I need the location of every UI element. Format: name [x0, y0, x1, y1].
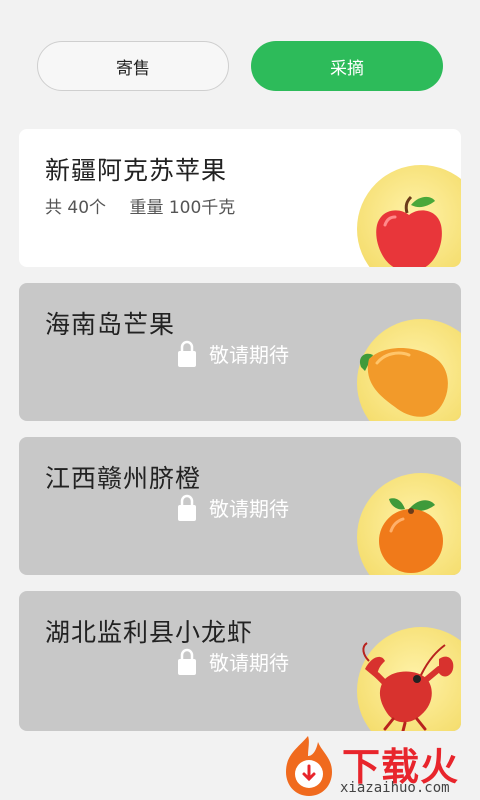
- product-weight: 重量 100千克: [129, 198, 236, 218]
- coming-soon-label: 敬请期待: [177, 493, 289, 522]
- product-title: 江西赣州脐橙: [45, 464, 202, 493]
- coming-soon-label: 敬请期待: [177, 339, 289, 368]
- product-title: 湖北监利县小龙虾: [45, 618, 254, 647]
- tab-pick[interactable]: 采摘: [251, 41, 443, 91]
- watermark-logo: 下载火 xiazaihuo.com: [270, 730, 480, 800]
- watermark-url: xiazaihuo.com: [340, 780, 450, 796]
- coming-soon-label: 敬请期待: [177, 647, 289, 676]
- product-count: 共 40个: [45, 198, 107, 218]
- lock-icon: [178, 340, 196, 367]
- lock-icon: [178, 648, 196, 675]
- product-meta: 共 40个 重量 100千克: [45, 193, 235, 218]
- product-card-mango[interactable]: 海南岛芒果 敬请期待: [19, 283, 461, 421]
- flame-icon: [286, 736, 332, 796]
- tab-consign[interactable]: 寄售: [37, 41, 229, 91]
- mango-icon: [359, 347, 448, 417]
- orange-icon: [379, 498, 443, 573]
- tab-bar: 寄售 采摘: [37, 41, 443, 91]
- product-card-crayfish[interactable]: 湖北监利县小龙虾 敬请期待: [19, 591, 461, 731]
- product-card-apple[interactable]: 新疆阿克苏苹果 共 40个 重量 100千克: [19, 129, 461, 267]
- product-card-orange[interactable]: 江西赣州脐橙 敬请期待: [19, 437, 461, 575]
- apple-icon: [376, 195, 442, 267]
- product-title: 新疆阿克苏苹果: [45, 156, 228, 185]
- crayfish-icon: [362, 642, 454, 731]
- lock-icon: [178, 494, 196, 521]
- product-title: 海南岛芒果: [45, 310, 176, 339]
